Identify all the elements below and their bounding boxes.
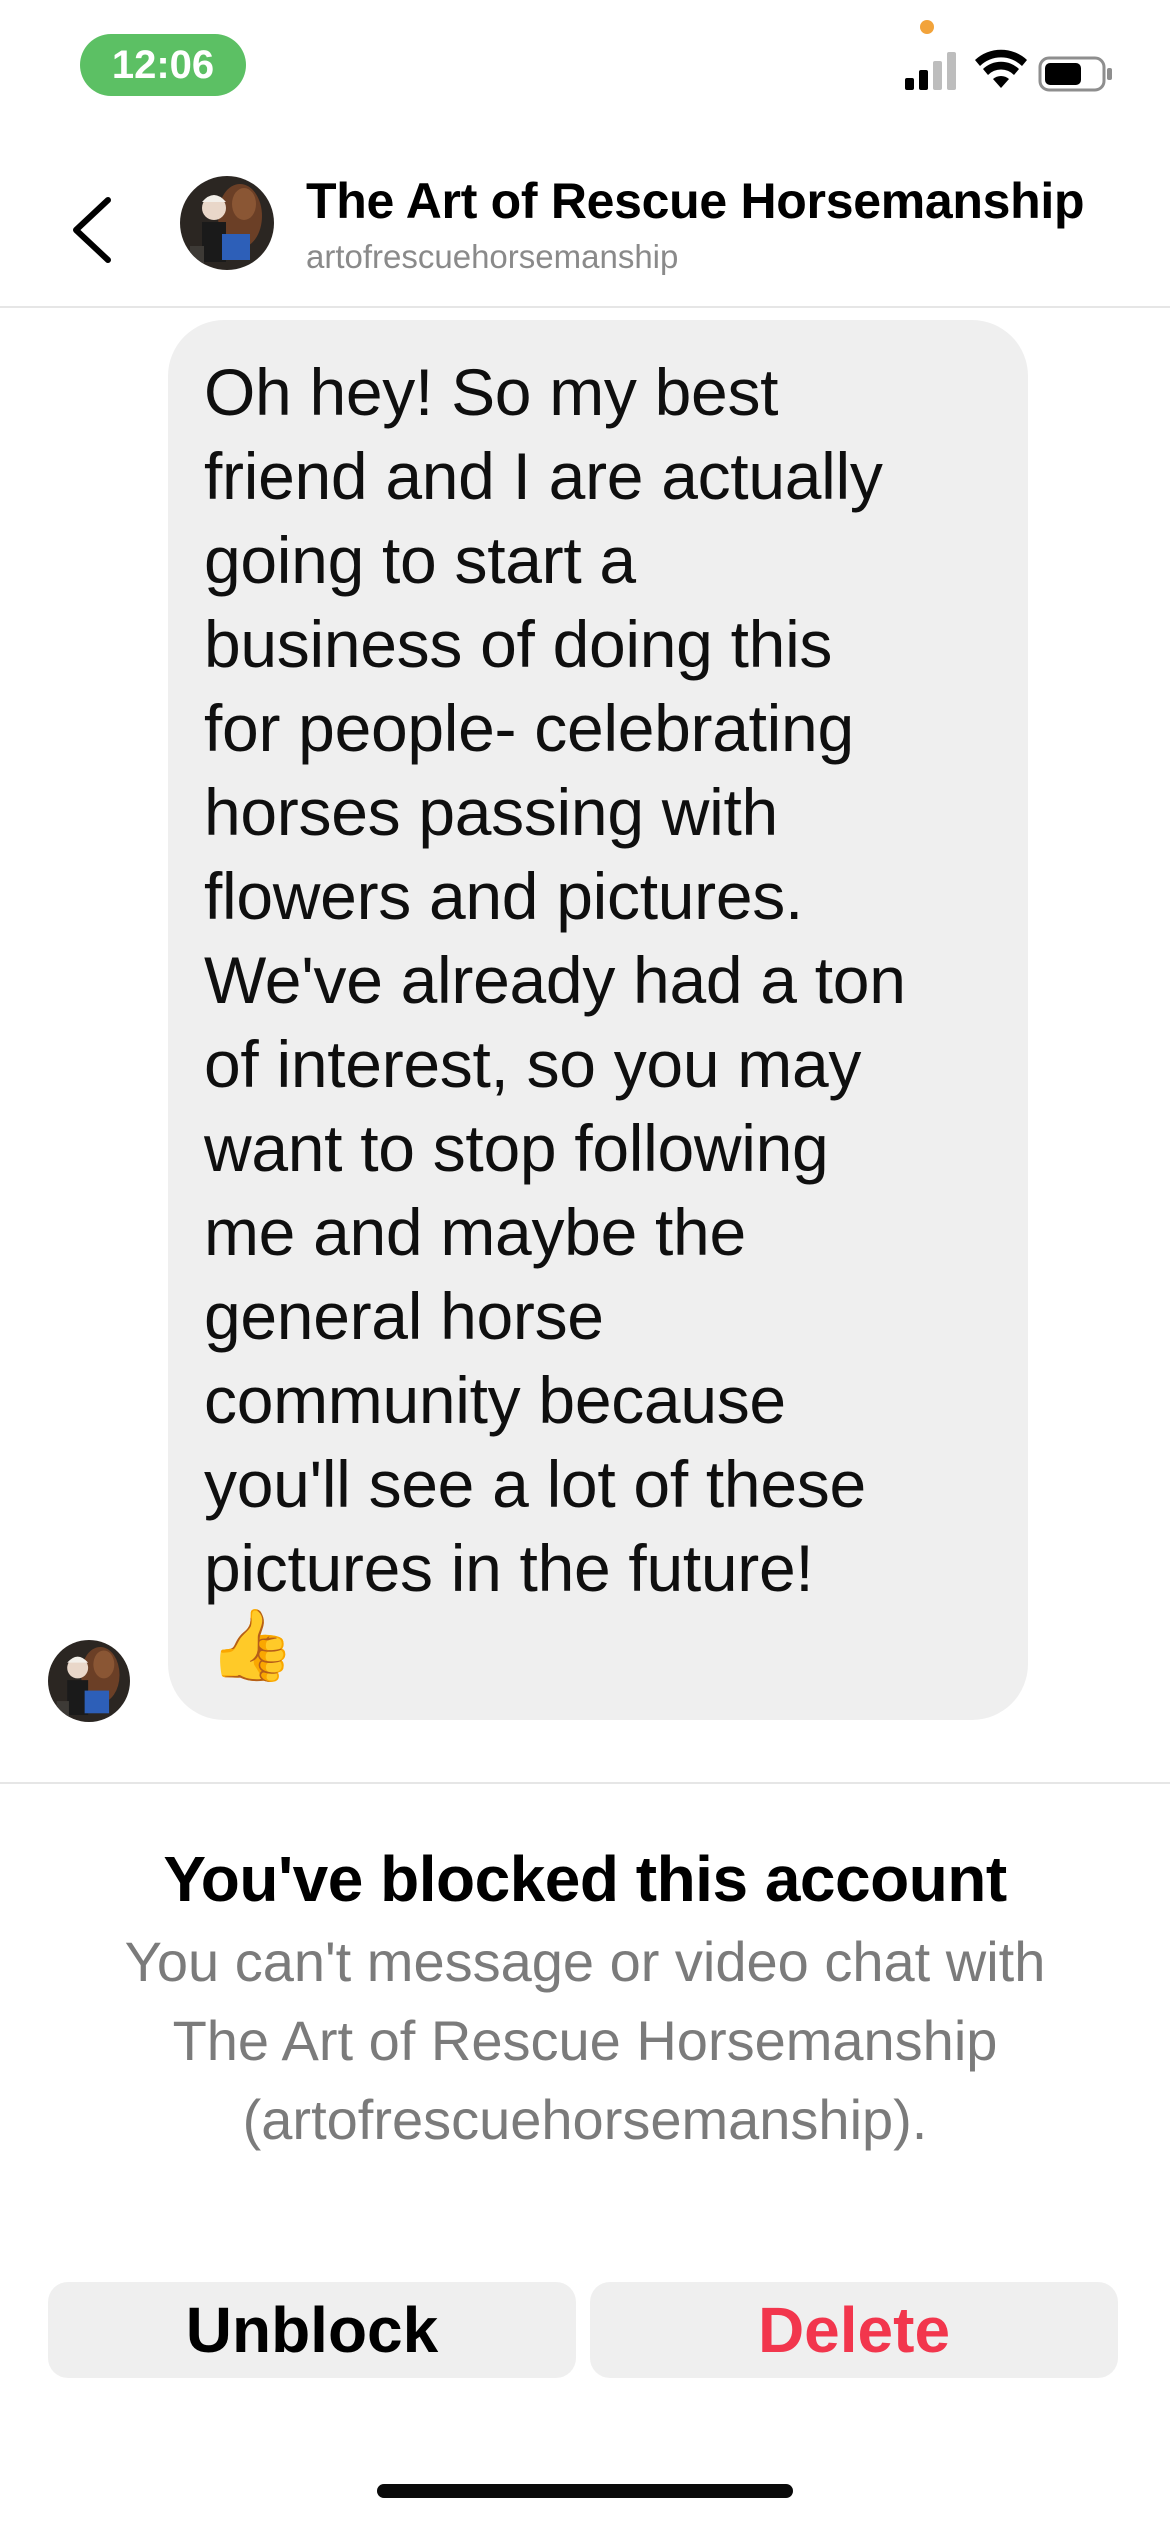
profile-avatar[interactable] (180, 176, 274, 270)
blocked-title: You've blocked this account (163, 1843, 1007, 1915)
cellular-signal-icon (905, 52, 956, 90)
home-indicator[interactable] (377, 2484, 793, 2498)
wifi-icon (975, 49, 1027, 88)
chat-header: The Art of Rescue Horsemanship artofresc… (0, 150, 1170, 308)
chat-username[interactable]: artofrescuehorsemanship (306, 238, 678, 276)
blocked-account-panel: You've blocked this account You can't me… (0, 1782, 1170, 2532)
thumbs-up-icon: 👍 (208, 1606, 296, 1684)
unblock-button[interactable]: Unblock (48, 2282, 576, 2378)
message-text: Oh hey! So my best friend and I are actu… (204, 355, 906, 1605)
blocked-description: You can't message or video chat with The… (124, 1930, 1046, 2151)
sender-avatar[interactable] (48, 1640, 130, 1722)
message-bubble[interactable]: Oh hey! So my best friend and I are actu… (168, 320, 1028, 1720)
chat-screen: 12:06 The Art of Rescue Horsemanship art… (0, 0, 1170, 2532)
chat-title[interactable]: The Art of Rescue Horsemanship (306, 172, 1085, 230)
delete-button[interactable]: Delete (590, 2282, 1118, 2378)
back-chevron-icon[interactable] (62, 190, 132, 270)
battery-icon (1038, 56, 1112, 92)
status-time: 12:06 (80, 34, 246, 96)
privacy-indicator-dot (920, 20, 934, 34)
obscured-reply-text (300, 1752, 1000, 1784)
